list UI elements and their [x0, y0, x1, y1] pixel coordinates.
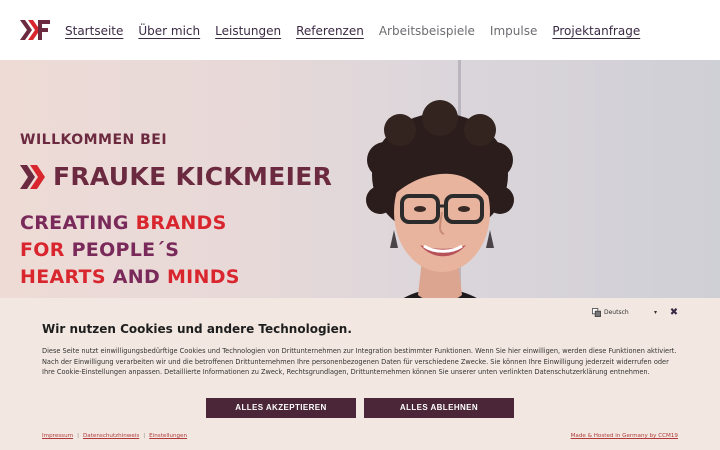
site-header: Startseite Über mich Leistungen Referenz…	[0, 0, 720, 60]
nav-arbeitsbeispiele[interactable]: Arbeitsbeispiele	[379, 23, 475, 39]
nav-projektanfrage[interactable]: Projektanfrage	[552, 23, 640, 39]
language-select[interactable]: Deutsch ▾	[592, 308, 657, 317]
nav-impulse[interactable]: Impulse	[490, 23, 537, 39]
reject-all-button[interactable]: ALLES ABLEHNEN	[364, 398, 514, 418]
accept-all-button[interactable]: ALLES AKZEPTIEREN	[206, 398, 356, 418]
impressum-link[interactable]: Impressum	[42, 432, 73, 440]
tagline-line-2: FOR PEOPLE´S	[20, 237, 240, 264]
link-separator: |	[77, 433, 79, 439]
privacy-link[interactable]: Datenschutzhinweis	[83, 432, 139, 440]
cookie-banner: Deutsch ▾ ✖ Wir nutzen Cookies und ander…	[0, 298, 720, 450]
caret-down-icon: ▾	[654, 309, 658, 316]
close-icon[interactable]: ✖	[669, 308, 679, 318]
tagline-line-1: CREATING BRANDS	[20, 210, 240, 237]
kf-logo-icon[interactable]	[20, 20, 50, 40]
portrait-photo	[366, 100, 514, 320]
link-separator: |	[143, 433, 146, 439]
settings-link[interactable]: Einstellungen	[149, 432, 187, 440]
kf-chevron-icon	[20, 165, 45, 189]
nav-ueber-mich[interactable]: Über mich	[138, 23, 200, 39]
tagline-word: BRANDS	[135, 212, 227, 234]
tagline: CREATING BRANDS FOR PEOPLE´S HEARTS AND …	[20, 210, 240, 291]
language-label: Deutsch	[604, 309, 629, 316]
name-heading: FRAUKE KICKMEIER	[20, 163, 332, 191]
nav-startseite[interactable]: Startseite	[65, 23, 123, 39]
name-text: FRAUKE KICKMEIER	[53, 162, 333, 191]
made-hosted-link[interactable]: Made & Hosted in Germany by CCM19	[571, 432, 678, 440]
tagline-word: AND	[112, 266, 167, 288]
tagline-line-3: HEARTS AND MINDS	[20, 264, 240, 291]
cookie-footer-links: Impressum | Datenschutzhinweis | Einstel…	[42, 432, 187, 440]
tagline-word: HEARTS	[20, 266, 113, 288]
tagline-word: FOR	[20, 239, 72, 261]
nav-leistungen[interactable]: Leistungen	[215, 23, 281, 39]
hero-section: WILLKOMMEN BEI FRAUKE KICKMEIER CREATING…	[0, 60, 720, 320]
main-navigation: Startseite Über mich Leistungen Referenz…	[65, 23, 655, 39]
tagline-word: PEOPLE´S	[71, 239, 180, 261]
translate-icon	[592, 308, 601, 317]
cookie-title: Wir nutzen Cookies und andere Technologi…	[42, 322, 352, 336]
nav-referenzen[interactable]: Referenzen	[296, 23, 364, 39]
welcome-heading: WILLKOMMEN BEI	[20, 132, 168, 148]
tagline-word: MINDS	[166, 266, 240, 288]
tagline-word: CREATING	[20, 212, 136, 234]
cookie-description: Diese Seite nutzt einwilligungsbedürftig…	[42, 347, 677, 376]
